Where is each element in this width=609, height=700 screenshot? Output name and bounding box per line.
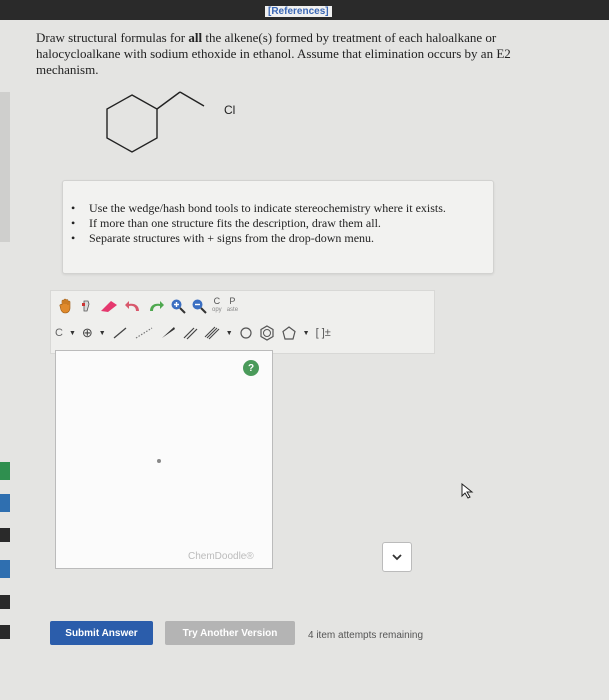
attempts-remaining-text: 4 item attempts remaining: [308, 630, 424, 641]
left-edge-tab-green: [0, 462, 10, 480]
help-button[interactable]: ?: [243, 360, 259, 376]
submit-answer-button[interactable]: Submit Answer: [50, 621, 153, 645]
references-link[interactable]: [References]: [265, 6, 332, 17]
copy-label-small: opy: [212, 307, 222, 313]
try-another-version-button[interactable]: Try Another Version: [165, 621, 295, 645]
left-edge-tab-blue-1: [0, 494, 10, 512]
copy-button[interactable]: C opy: [212, 297, 222, 315]
mouse-cursor-icon: [461, 483, 474, 499]
chevron-down-icon[interactable]: ▼: [99, 330, 106, 337]
hand-icon[interactable]: [59, 298, 73, 314]
canvas-center-dot: [157, 459, 161, 463]
left-edge-strip: [0, 92, 10, 242]
left-edge-tab-dark-2: [0, 595, 10, 609]
drawing-toolbar: C opy P aste C ▼ ⊕ ▼ ▼ ▼ []±: [50, 290, 435, 354]
cyclohexane-ring: [106, 94, 158, 153]
question-line2: halocycloalkane with sodium ethoxide in …: [36, 46, 511, 61]
question-text: Draw structural formulas for all the alk…: [36, 30, 556, 78]
benzene-ring-icon[interactable]: [259, 325, 275, 341]
atom-label-cl: Cl: [224, 103, 235, 117]
bond-2: [179, 91, 205, 107]
chevron-down-icon[interactable]: ▼: [69, 330, 76, 337]
triple-bond-icon[interactable]: [204, 326, 220, 340]
carbon-atom-button[interactable]: C: [55, 327, 63, 339]
undo-icon[interactable]: [124, 299, 142, 313]
structure-separator-dropdown[interactable]: [382, 542, 412, 572]
question-line1-pre: Draw structural formulas for: [36, 30, 189, 45]
instruction-item: Separate structures with + signs from th…: [71, 231, 493, 246]
double-bond-icon[interactable]: [182, 326, 198, 340]
chevron-down-icon[interactable]: ▼: [303, 330, 310, 337]
question-line3: mechanism.: [36, 62, 99, 77]
question-emphasis: all: [188, 30, 203, 45]
bracket-button[interactable]: [ ]±: [316, 327, 331, 339]
copy-label-big: C: [213, 296, 221, 306]
cyclopentane-ring-icon[interactable]: [281, 325, 297, 341]
paste-label-big: P: [229, 296, 236, 306]
wedge-bond-icon[interactable]: [160, 326, 176, 340]
left-edge-tab-dark-3: [0, 625, 10, 639]
instruction-item: If more than one structure fits the desc…: [71, 216, 493, 231]
chevron-down-icon[interactable]: ▼: [226, 330, 233, 337]
molecule-structure: Cl: [106, 91, 235, 153]
paste-label-small: aste: [226, 307, 239, 313]
zoom-out-icon[interactable]: [191, 298, 207, 314]
redo-icon[interactable]: [147, 299, 165, 313]
bond-1: [156, 91, 181, 110]
zoom-in-icon[interactable]: [170, 298, 186, 314]
chevron-down-icon: [392, 554, 402, 561]
chemdoodle-watermark: ChemDoodle®: [188, 551, 254, 562]
paste-button[interactable]: P aste: [227, 297, 238, 315]
single-bond-icon[interactable]: [112, 326, 128, 340]
question-line1-post: the alkene(s) formed by treatment of eac…: [202, 30, 497, 45]
left-edge-tab-dark-1: [0, 528, 10, 542]
drawing-canvas[interactable]: ChemDoodle®: [55, 350, 273, 569]
top-bar: [References]: [0, 0, 609, 20]
instructions-box: Use the wedge/hash bond tools to indicat…: [62, 180, 494, 274]
charge-button[interactable]: ⊕: [82, 325, 93, 341]
hash-bond-icon[interactable]: [134, 326, 154, 340]
eraser-icon[interactable]: [99, 299, 119, 313]
left-edge-tab-blue-2: [0, 560, 10, 578]
cyclopropane-ring-icon[interactable]: [239, 326, 253, 340]
lasso-icon[interactable]: [78, 298, 94, 314]
instruction-item: Use the wedge/hash bond tools to indicat…: [71, 201, 493, 216]
